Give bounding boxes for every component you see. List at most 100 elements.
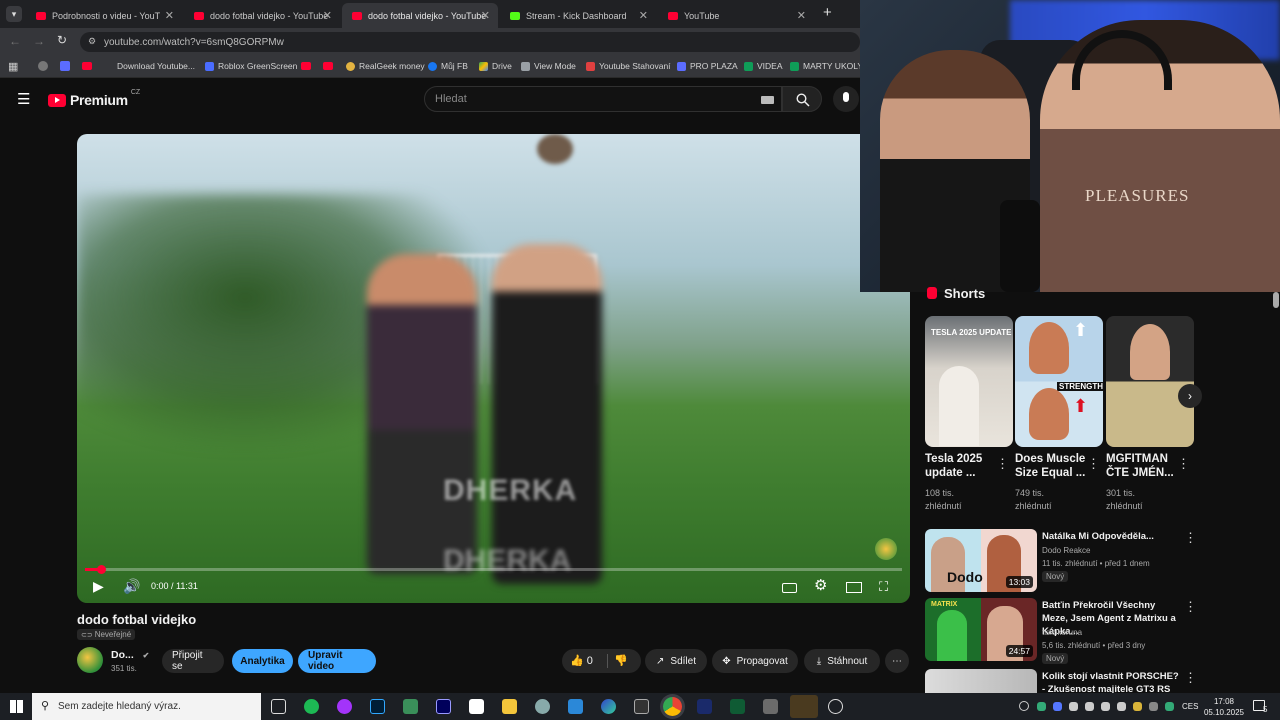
channel-watermark-icon[interactable] — [875, 538, 897, 560]
bookmark-youtube-icon[interactable] — [323, 62, 333, 70]
bookmark-realgeek[interactable]: RealGeek money — [346, 61, 425, 71]
like-button[interactable]: 👍 0 — [570, 654, 593, 667]
network-icon[interactable] — [1101, 702, 1110, 711]
theater-mode-icon[interactable] — [846, 582, 862, 593]
spotify-icon[interactable] — [304, 699, 319, 714]
dislike-button[interactable]: 👎 — [614, 654, 628, 667]
menu-icon[interactable]: ☰ — [17, 90, 30, 108]
bookmark-videa[interactable]: VIDEA — [744, 61, 783, 71]
bookmark-icon[interactable] — [38, 61, 48, 71]
app-icon[interactable] — [568, 699, 583, 714]
more-vert-icon[interactable]: ⋮ — [1177, 456, 1190, 472]
more-vert-icon[interactable]: ⋮ — [1087, 456, 1100, 472]
bookmark-view-mode[interactable]: View Mode — [521, 61, 576, 71]
voice-search-button[interactable] — [833, 86, 859, 112]
bookmark-pro-plaza[interactable]: PRO PLAZA — [677, 61, 738, 71]
volume-icon[interactable] — [1085, 702, 1094, 711]
taskbar-search-input[interactable]: ⚲ Sem zadejte hledaný výraz. — [32, 693, 261, 720]
calculator-icon[interactable] — [763, 699, 778, 714]
tray-icon[interactable] — [1037, 702, 1046, 711]
bookmark-download-youtube[interactable]: Download Youtube... — [117, 61, 195, 71]
app-icon[interactable] — [730, 699, 745, 714]
bookmark-roblox[interactable]: Roblox GreenScreen — [205, 61, 297, 71]
new-tab-button[interactable]: + — [823, 4, 832, 21]
join-button[interactable]: Připojit se — [162, 649, 224, 673]
bookmark-youtube-icon[interactable] — [82, 62, 92, 70]
analytics-button[interactable]: Analytika — [232, 649, 293, 673]
file-explorer-icon[interactable] — [502, 699, 517, 714]
bookmark-youtube-stahovani[interactable]: Youtube Stahovaní — [586, 61, 671, 71]
tray-icon[interactable] — [1117, 702, 1126, 711]
close-icon[interactable]: ✕ — [165, 9, 174, 22]
video-thumbnail[interactable]: Dodo 13:03 — [925, 529, 1037, 592]
url-field[interactable]: ⚙ youtube.com/watch?v=6smQ8GORPMw — [80, 32, 860, 52]
back-icon[interactable]: ← — [9, 34, 21, 48]
tray-icon[interactable] — [1165, 702, 1174, 711]
video-player[interactable]: DHERKA DHERKA ▶ 🔊 0:00 / 11:31 ⚙ ⛶ — [77, 134, 910, 603]
reload-icon[interactable]: ↻ — [57, 33, 67, 47]
edge-icon[interactable] — [601, 699, 616, 714]
more-vert-icon[interactable]: ⋮ — [1184, 599, 1197, 615]
fullscreen-icon[interactable]: ⛶ — [879, 579, 888, 595]
app-icon[interactable] — [403, 699, 418, 714]
tab-search-button[interactable]: ▾ — [6, 6, 22, 22]
volume-icon[interactable]: 🔊 — [123, 578, 140, 595]
scrollbar-thumb[interactable] — [1273, 292, 1279, 308]
bookmark-marty-ukoly[interactable]: MARTY UKOLY — [790, 61, 863, 71]
bookmark-drive[interactable]: Drive — [479, 61, 512, 71]
tray-icon[interactable] — [1019, 701, 1029, 711]
short-title[interactable]: Tesla 2025 update ... — [925, 452, 997, 480]
short-title[interactable]: Does Muscle Size Equal ... — [1015, 452, 1087, 480]
settings-gear-icon[interactable]: ⚙ — [814, 576, 827, 594]
windows-start-icon[interactable] — [10, 700, 23, 713]
more-vert-icon[interactable]: ⋮ — [1184, 530, 1197, 546]
shorts-next-button[interactable]: › — [1178, 384, 1202, 408]
subtitles-icon[interactable] — [782, 583, 797, 593]
tab-kick-dashboard[interactable]: Stream - Kick Dashboard ✕ — [500, 3, 656, 28]
task-view-icon[interactable] — [271, 699, 286, 714]
progress-bar[interactable] — [85, 565, 902, 574]
bookmark-youtube-icon[interactable] — [301, 62, 311, 70]
share-button[interactable]: ↗ Sdílet — [645, 649, 707, 673]
site-info-icon[interactable]: ⚙ — [88, 36, 96, 47]
video-thumbnail[interactable]: MATRIX 24:57 — [925, 598, 1037, 661]
chrome-icon[interactable] — [663, 697, 682, 716]
more-vert-icon[interactable]: ⋮ — [1184, 670, 1197, 686]
edit-video-button[interactable]: Upravit video — [298, 649, 376, 673]
search-input[interactable]: Hledat — [435, 93, 467, 105]
video-title-link[interactable]: Natálka Mi Odpověděla... — [1042, 530, 1182, 543]
scrubber-handle[interactable] — [97, 565, 107, 574]
clock[interactable]: 17:08 05.10.2025 — [1203, 696, 1245, 718]
search-box[interactable]: Hledat — [424, 86, 782, 112]
app-icon[interactable] — [828, 699, 843, 714]
download-button[interactable]: ⤓ Stáhnout — [804, 649, 880, 673]
bookmark-icon[interactable] — [60, 61, 70, 71]
photoshop-icon[interactable] — [370, 699, 385, 714]
app-icon[interactable] — [697, 699, 712, 714]
keyboard-icon[interactable] — [761, 96, 774, 104]
messenger-icon[interactable] — [337, 699, 352, 714]
short-thumbnail[interactable] — [1106, 316, 1194, 447]
app-icon[interactable] — [535, 699, 550, 714]
tray-icon[interactable] — [1149, 702, 1158, 711]
short-thumbnail[interactable]: TESLA 2025 UPDATE — [925, 316, 1013, 447]
avatar[interactable] — [77, 647, 103, 673]
tray-icon[interactable] — [1133, 702, 1142, 711]
excel-icon[interactable] — [790, 695, 818, 718]
more-actions-button[interactable]: ⋯ — [885, 649, 909, 673]
tab-youtube[interactable]: YouTube ✕ — [658, 3, 814, 28]
more-vert-icon[interactable]: ⋮ — [996, 456, 1009, 472]
close-icon[interactable]: ✕ — [639, 9, 648, 22]
forward-icon[interactable]: → — [33, 34, 45, 48]
apps-grid-icon[interactable]: ▦ — [8, 60, 18, 73]
video-channel[interactable]: tisicikoruna — [1042, 626, 1082, 639]
play-icon[interactable]: ▶ — [93, 578, 104, 595]
short-thumbnail[interactable]: ⬆ STRENGTH ⬆ — [1015, 316, 1103, 447]
tab-dodo-fotbal-active[interactable]: dodo fotbal videjko - YouTube ✕ — [342, 3, 498, 28]
close-icon[interactable]: ✕ — [481, 9, 490, 22]
tray-icon[interactable] — [1069, 702, 1078, 711]
search-button[interactable] — [782, 86, 822, 112]
input-language[interactable]: CES — [1182, 702, 1198, 711]
promote-button[interactable]: ✥ Propagovat — [712, 649, 798, 673]
tab-podrobnosti[interactable]: Podrobnosti o videu - YouTube ✕ — [26, 3, 182, 28]
